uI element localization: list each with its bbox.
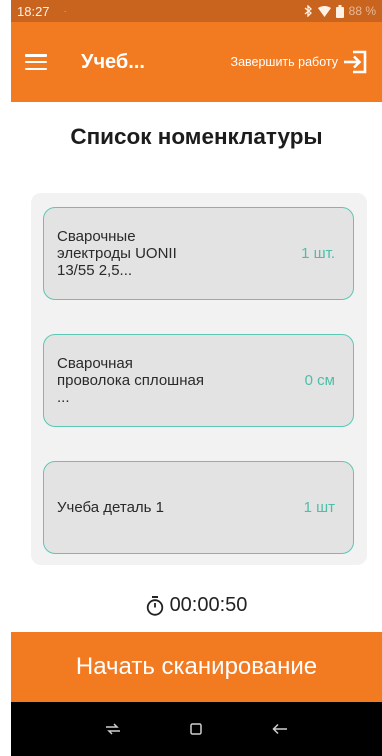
- item-name: Сварочная проволока сплошная ...: [57, 355, 204, 406]
- nav-recents-button[interactable]: [101, 717, 125, 741]
- page-title: Список номенклатуры: [70, 124, 323, 149]
- item-name: Сварочные электроды UONII 13/55 2,5...: [57, 228, 177, 279]
- stopwatch-icon: [146, 595, 163, 616]
- list-item[interactable]: Учеба деталь 1 1 шт: [43, 461, 354, 554]
- recents-icon: [105, 723, 120, 735]
- status-time: 18:27: [17, 3, 50, 19]
- nav-back-button[interactable]: [268, 717, 292, 741]
- nomenclature-list[interactable]: Сварочные электроды UONII 13/55 2,5... 1…: [31, 193, 367, 565]
- start-scanning-label: Начать сканирование: [75, 653, 318, 680]
- start-scanning-button[interactable]: Начать сканирование: [11, 632, 382, 702]
- home-square-icon: [190, 723, 203, 735]
- list-item[interactable]: Сварочные электроды UONII 13/55 2,5... 1…: [43, 207, 354, 300]
- battery-percent: 88 %: [348, 4, 376, 18]
- app-screen: 18:27 · 88 % Учеб... Завершить работу Сп…: [11, 0, 382, 756]
- finish-work-label: Завершить работу: [230, 55, 338, 69]
- menu-icon[interactable]: [25, 54, 47, 70]
- app-title: Учеб...: [81, 50, 145, 73]
- list-item[interactable]: Сварочная проволока сплошная ... 0 см: [43, 334, 354, 427]
- bluetooth-icon: [304, 5, 312, 17]
- status-bar: 18:27 · 88 %: [11, 0, 382, 22]
- work-timer: 00:00:50: [11, 594, 382, 617]
- item-quantity: 0 см: [304, 372, 335, 389]
- app-bar: Учеб... Завершить работу: [11, 22, 382, 102]
- finish-work-button[interactable]: Завершить работу: [231, 49, 368, 75]
- exit-icon: [344, 50, 367, 74]
- item-quantity: 1 шт: [303, 499, 335, 516]
- system-nav-bar: [11, 702, 382, 756]
- timer-value: 00:00:50: [169, 594, 248, 616]
- back-arrow-icon: [272, 723, 288, 735]
- status-icons: 88 %: [303, 4, 376, 18]
- wifi-icon: [317, 5, 331, 17]
- item-name: Учеба деталь 1: [57, 499, 164, 516]
- item-quantity: 1 шт.: [301, 245, 335, 262]
- notification-dot-icon: ·: [63, 5, 67, 17]
- battery-icon: [335, 4, 344, 18]
- nav-home-button[interactable]: [184, 717, 208, 741]
- screen-edge: [0, 0, 11, 756]
